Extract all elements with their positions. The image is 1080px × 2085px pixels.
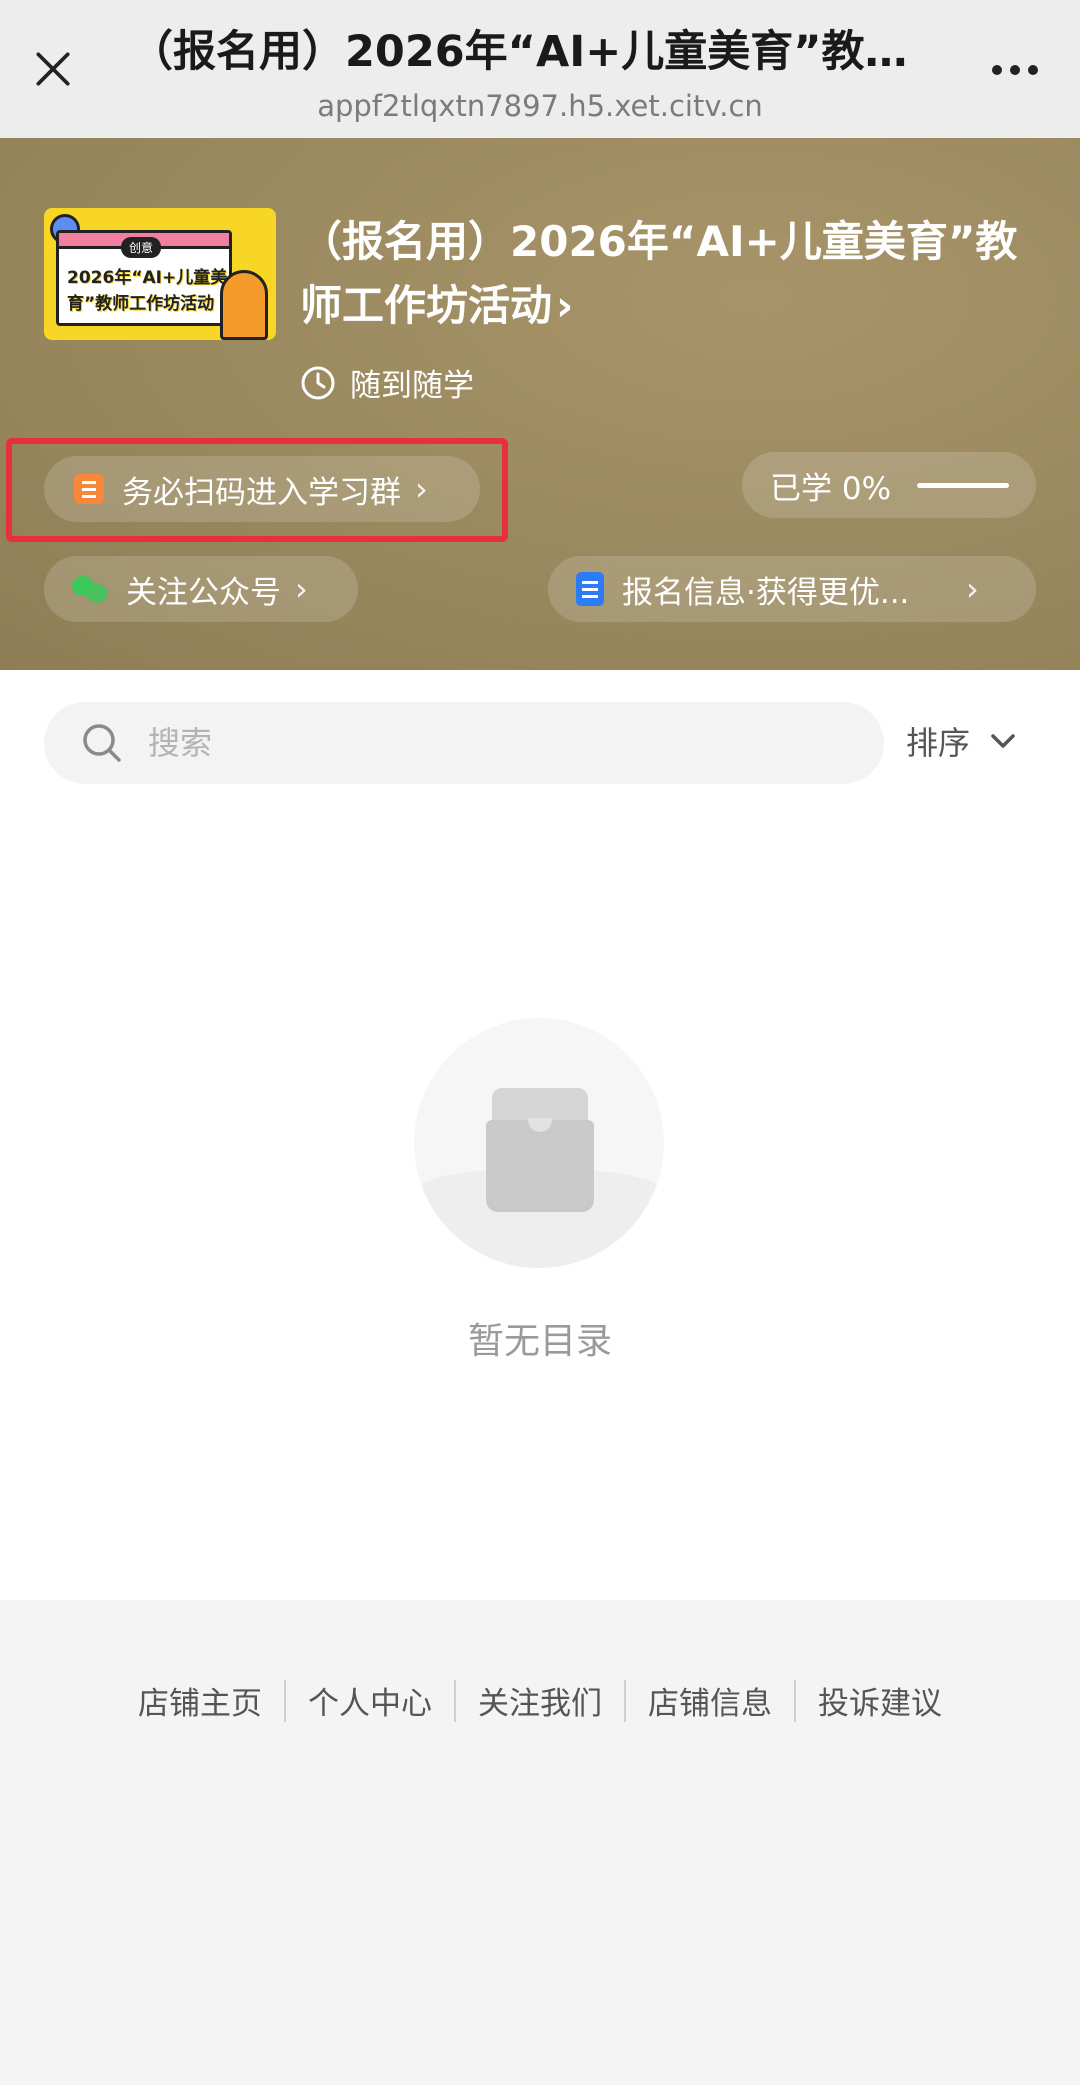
page-url: appf2tlqxtn7897.h5.xet.citv.cn	[317, 89, 763, 123]
close-icon	[36, 52, 70, 86]
page-title: （报名用）2026年“AI+儿童美育”教师...	[130, 27, 950, 77]
footer-link-shop-home[interactable]: 店铺主页	[116, 1678, 284, 1723]
more-dots-icon	[992, 65, 1002, 75]
sort-button[interactable]: 排序	[906, 718, 1018, 764]
close-button[interactable]	[24, 40, 82, 98]
signup-info-button[interactable]: 报名信息·获得更优... ›	[548, 556, 1036, 622]
follow-account-label: 关注公众号	[126, 574, 281, 611]
footer-link-follow-us[interactable]: 关注我们	[456, 1678, 624, 1723]
wechat-icon	[72, 574, 108, 604]
progress-bar	[917, 482, 1010, 488]
course-header: 创意 2026年“AI+儿童美 育”教师工作坊活动 （报名用）2026年“AI+…	[0, 138, 1080, 670]
footer-link-personal-center[interactable]: 个人中心	[286, 1678, 454, 1723]
learn-mode-label: 随到随学	[350, 368, 474, 404]
title-block: （报名用）2026年“AI+儿童美育”教师... appf2tlqxtn7897…	[130, 22, 950, 124]
clock-icon	[301, 366, 335, 399]
cover-figure	[220, 270, 268, 340]
catalog-section: 排序 暂无目录	[0, 670, 1080, 1600]
learn-mode: 随到随学	[300, 360, 474, 405]
cover-text-line1: 2026年“AI+儿童美	[67, 268, 228, 288]
sort-label: 排序	[906, 724, 971, 762]
search-bar[interactable]	[44, 702, 884, 784]
follow-account-button[interactable]: 关注公众号 ›	[44, 556, 358, 622]
footer-link-complaints[interactable]: 投诉建议	[796, 1678, 964, 1723]
course-title-link[interactable]: （报名用）2026年“AI+儿童美育”教师工作坊活动›	[300, 210, 1040, 338]
empty-catalog-text: 暂无目录	[467, 1321, 612, 1362]
search-input[interactable]	[148, 724, 828, 762]
learning-progress: 已学 0%	[742, 452, 1036, 518]
course-cover-image[interactable]: 创意 2026年“AI+儿童美 育”教师工作坊活动	[44, 208, 276, 340]
search-icon	[83, 724, 121, 762]
course-title: （报名用）2026年“AI+儿童美育”教师工作坊活动	[300, 217, 1018, 330]
document-icon	[576, 572, 604, 606]
empty-box-illustration	[414, 1018, 664, 1268]
more-options-button[interactable]	[980, 48, 1050, 92]
chevron-right-icon: ›	[295, 570, 308, 608]
chevron-down-icon	[991, 734, 1015, 748]
cover-badge: 创意	[121, 237, 162, 258]
chevron-right-icon: ›	[966, 570, 979, 608]
footer-link-shop-info[interactable]: 店铺信息	[626, 1678, 794, 1723]
footer-links: 店铺主页 个人中心 关注我们 店铺信息 投诉建议	[0, 1678, 1080, 1723]
signup-info-label: 报名信息·获得更优...	[622, 574, 910, 611]
chevron-right-icon: ›	[556, 281, 574, 330]
cover-text-line2: 育”教师工作坊活动	[67, 294, 215, 314]
highlight-annotation-box	[6, 438, 508, 542]
progress-label: 已学 0%	[770, 470, 892, 507]
browser-top-bar: （报名用）2026年“AI+儿童美育”教师... appf2tlqxtn7897…	[0, 0, 1080, 138]
